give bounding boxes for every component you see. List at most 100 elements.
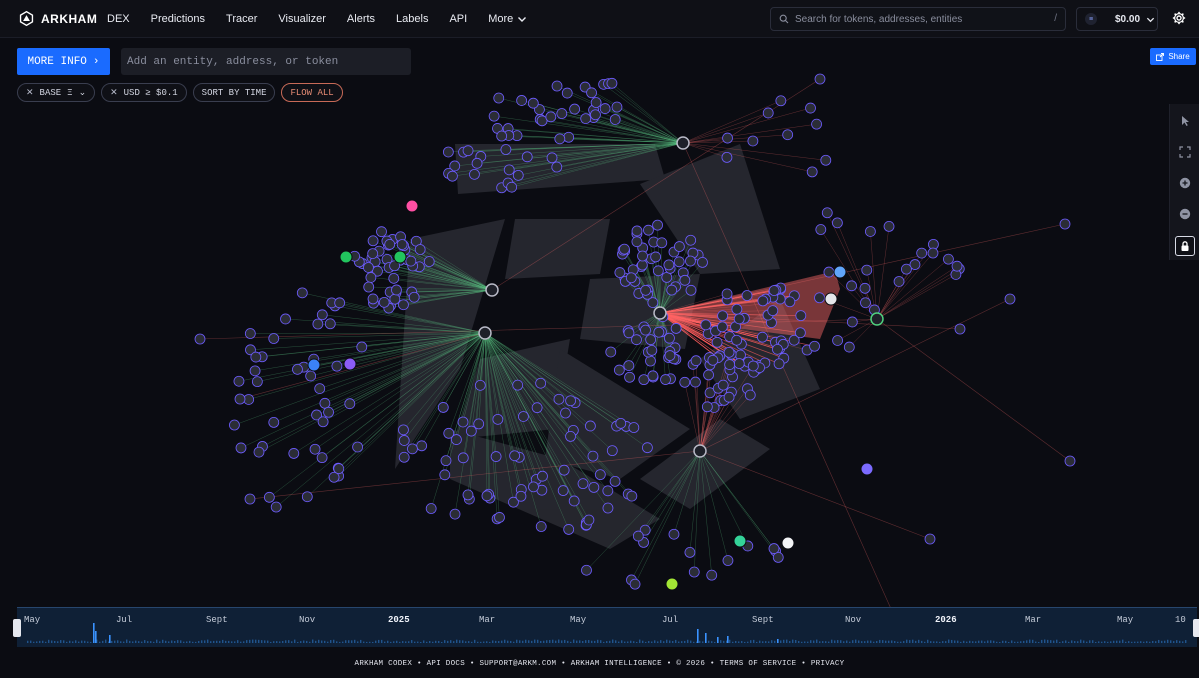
address-node[interactable] <box>234 393 246 405</box>
timeline-end-handle[interactable] <box>1193 619 1199 637</box>
address-node[interactable] <box>268 417 280 428</box>
address-node[interactable] <box>535 377 547 389</box>
address-node[interactable] <box>843 341 855 353</box>
address-node[interactable] <box>664 350 676 361</box>
address-node[interactable] <box>423 256 435 267</box>
timeline-start-handle[interactable] <box>13 619 21 637</box>
address-node[interactable] <box>521 151 533 163</box>
address-node[interactable] <box>344 398 356 410</box>
graph-canvas[interactable] <box>0 39 1199 635</box>
address-node[interactable] <box>558 464 570 476</box>
address-node[interactable] <box>450 434 462 445</box>
address-node[interactable] <box>640 284 652 296</box>
address-node[interactable] <box>700 319 712 331</box>
brand[interactable]: ARKHAM <box>18 10 100 27</box>
address-node[interactable] <box>396 239 408 250</box>
footer-privacy[interactable]: PRIVACY <box>811 660 845 668</box>
address-node[interactable] <box>951 260 963 272</box>
graph-svg[interactable] <box>0 39 1199 635</box>
address-node[interactable] <box>690 376 701 388</box>
address-node[interactable] <box>723 346 735 358</box>
timeline[interactable]: May Jul Sept Nov 2025 Mar May Jul Sept Nov 2026 Mar… <box>13 607 1199 647</box>
address-node[interactable] <box>316 452 328 464</box>
address-node[interactable] <box>927 247 939 259</box>
address-node[interactable] <box>545 111 557 123</box>
nav-alerts[interactable]: Alerts <box>347 13 375 25</box>
address-node[interactable] <box>516 95 528 106</box>
address-node[interactable] <box>590 97 602 108</box>
address-node[interactable] <box>457 452 469 464</box>
address-node[interactable] <box>398 451 410 463</box>
address-node[interactable] <box>587 450 599 462</box>
address-node[interactable] <box>512 379 524 391</box>
address-node[interactable] <box>706 569 718 581</box>
address-node[interactable] <box>319 397 331 409</box>
address-node[interactable] <box>673 241 685 252</box>
address-node[interactable] <box>638 374 650 386</box>
address-node[interactable] <box>733 313 745 325</box>
address-node[interactable] <box>414 244 426 255</box>
address-node[interactable] <box>865 226 876 237</box>
address-node[interactable] <box>768 285 780 296</box>
address-node[interactable] <box>643 224 654 236</box>
token-node[interactable] <box>733 534 747 548</box>
address-node[interactable] <box>563 131 575 143</box>
close-icon[interactable]: ✕ <box>110 88 118 98</box>
address-node[interactable] <box>703 369 714 381</box>
address-node[interactable] <box>244 493 256 505</box>
token-node[interactable] <box>405 199 419 213</box>
address-node[interactable] <box>554 133 566 145</box>
address-node[interactable] <box>352 441 364 453</box>
address-node[interactable] <box>333 463 345 475</box>
address-node[interactable] <box>492 413 504 425</box>
address-node[interactable] <box>194 333 206 345</box>
address-node[interactable] <box>859 282 871 294</box>
address-node[interactable] <box>388 272 400 284</box>
address-node[interactable] <box>631 225 643 237</box>
address-node[interactable] <box>471 157 483 169</box>
address-node[interactable] <box>707 354 719 366</box>
address-node[interactable] <box>602 485 614 497</box>
address-node[interactable] <box>465 425 477 437</box>
address-node[interactable] <box>1004 293 1016 305</box>
fit-view-tool[interactable] <box>1176 143 1193 160</box>
token-node[interactable] <box>824 292 838 306</box>
address-node[interactable] <box>398 435 410 446</box>
address-node[interactable] <box>437 402 449 413</box>
share-button[interactable]: Share <box>1150 48 1196 65</box>
chip-usd[interactable]: ✕ USD ≥ $0.1 <box>101 83 187 102</box>
address-node[interactable] <box>721 151 733 163</box>
nav-tracer[interactable]: Tracer <box>226 13 257 25</box>
address-node[interactable] <box>605 346 617 358</box>
address-node[interactable] <box>233 375 245 387</box>
address-node[interactable] <box>509 450 521 462</box>
nav-dex[interactable]: DEX <box>107 13 130 25</box>
token-node[interactable] <box>339 250 353 264</box>
address-node[interactable] <box>323 406 334 418</box>
address-node[interactable] <box>416 440 428 452</box>
token-node[interactable] <box>393 250 407 264</box>
address-node[interactable] <box>733 358 745 369</box>
address-node[interactable] <box>560 407 571 419</box>
address-node[interactable] <box>546 152 558 164</box>
footer-intelligence[interactable]: ARKHAM INTELLIGENCE <box>571 660 662 668</box>
address-node[interactable] <box>565 431 576 442</box>
address-node[interactable] <box>716 321 728 333</box>
address-node[interactable] <box>637 250 648 262</box>
address-node[interactable] <box>609 114 621 125</box>
global-search[interactable]: / <box>770 7 1066 31</box>
address-node[interactable] <box>356 341 368 353</box>
address-node[interactable] <box>551 161 563 173</box>
address-node[interactable] <box>594 469 606 481</box>
address-node[interactable] <box>656 237 668 249</box>
address-node[interactable] <box>384 238 396 250</box>
address-node[interactable] <box>762 107 774 119</box>
address-node[interactable] <box>609 476 621 487</box>
address-node[interactable] <box>820 154 832 166</box>
address-node[interactable] <box>690 355 702 367</box>
hub-node[interactable] <box>653 306 667 320</box>
address-node[interactable] <box>490 451 502 462</box>
address-node[interactable] <box>722 555 734 566</box>
address-node[interactable] <box>805 102 816 114</box>
footer-terms[interactable]: TERMS OF SERVICE <box>720 660 797 668</box>
